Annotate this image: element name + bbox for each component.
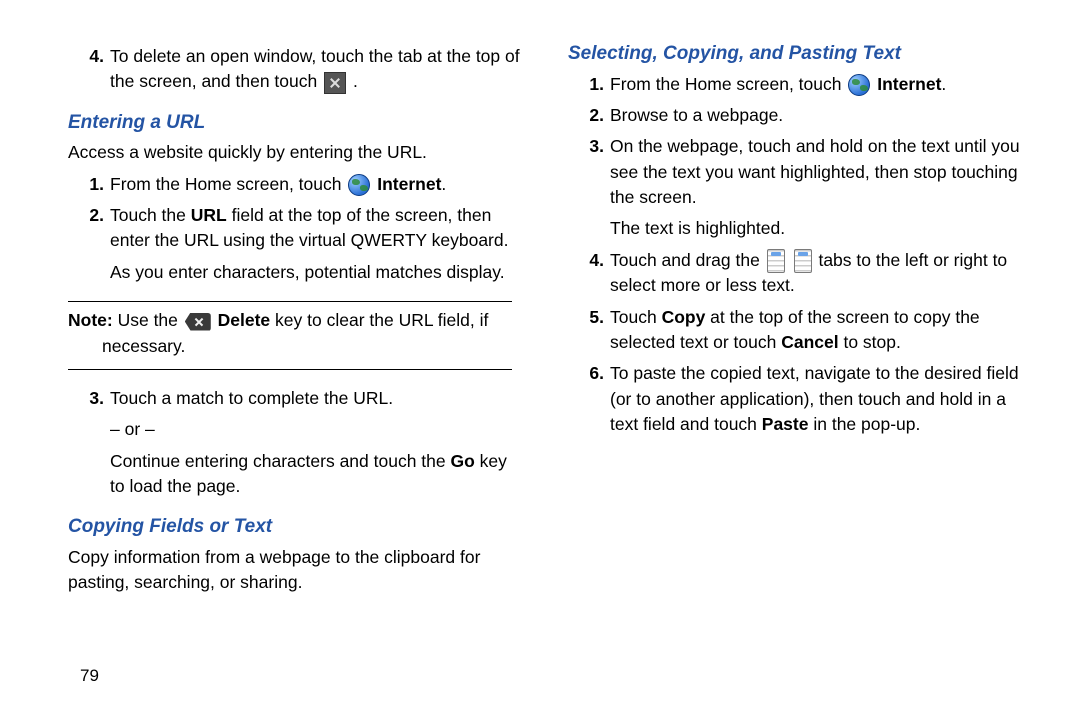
manual-page: To delete an open window, touch the tab … [0,0,1080,720]
sel-step-1: From the Home screen, touch Internet. [610,72,1022,97]
sel-step-1-bold: Internet [877,74,941,94]
url-step-2-a: Touch the [110,205,191,225]
sel-step-3: On the webpage, touch and hold on the te… [610,134,1022,242]
sel-step-6: To paste the copied text, navigate to th… [610,361,1022,437]
right-column: Selecting, Copying, and Pasting Text Fro… [540,40,1040,700]
left-column: To delete an open window, touch the tab … [40,40,540,700]
sel-step-5-b1: Copy [662,307,706,327]
sel-step-2: Browse to a webpage. [610,103,1022,128]
url-step-1-bold: Internet [377,174,441,194]
url-step-3-b-bold: Go [451,451,475,471]
sel-step-5-a: Touch [610,307,662,327]
url-step-1: From the Home screen, touch Internet. [110,172,522,197]
url-step-2-bold: URL [191,205,227,225]
internet-globe-icon [348,174,370,196]
internet-globe-icon [848,74,870,96]
intro-entering-url: Access a website quickly by entering the… [68,140,522,165]
url-step-1-pre: From the Home screen, touch [110,174,346,194]
sel-step-5-c: to stop. [839,332,901,352]
sel-step-4: Touch and drag the tabs to the left or r… [610,248,1022,299]
note-label: Note: [68,310,113,330]
sel-step-5-b2: Cancel [781,332,838,352]
step-4: To delete an open window, touch the tab … [110,44,522,95]
heading-entering-url: Entering a URL [58,109,522,137]
url-step-2-sub: As you enter characters, potential match… [110,260,522,285]
step-4-text-post: . [353,71,358,91]
sel-step-2-text: Browse to a webpage. [610,105,783,125]
note-box: Note: Use the Delete key to clear the UR… [68,301,512,370]
note-a: Use the [113,310,183,330]
sel-step-1-pre: From the Home screen, touch [610,74,846,94]
url-step-1-post: . [441,174,446,194]
selection-handle-right-icon [794,249,812,273]
heading-selecting-text: Selecting, Copying, and Pasting Text [558,40,1022,68]
sel-step-3-a: On the webpage, touch and hold on the te… [610,136,1020,207]
url-step-2: Touch the URL field at the top of the sc… [110,203,522,285]
close-window-icon [324,72,346,94]
intro-copying-fields: Copy information from a webpage to the c… [68,545,522,596]
selection-handle-left-icon [767,249,785,273]
heading-copying-fields: Copying Fields or Text [58,513,522,541]
page-number: 79 [80,666,99,686]
url-steps: From the Home screen, touch Internet. To… [58,172,522,286]
select-steps: From the Home screen, touch Internet. Br… [558,72,1022,438]
url-step-3-or: – or – [110,417,522,442]
sel-step-4-pre: Touch and drag the [610,250,765,270]
url-steps-cont: Touch a match to complete the URL. – or … [58,386,522,500]
sel-step-3-sub: The text is highlighted. [610,216,1022,241]
delete-key-icon [185,313,211,331]
url-step-3-a: Touch a match to complete the URL. [110,388,393,408]
url-step-3-b-pre: Continue entering characters and touch t… [110,451,451,471]
sel-step-6-b: Paste [762,414,809,434]
prior-steps-cont: To delete an open window, touch the tab … [58,44,522,95]
url-step-3: Touch a match to complete the URL. – or … [110,386,522,500]
sel-step-1-post: . [941,74,946,94]
note-bold: Delete [218,310,271,330]
sel-step-5: Touch Copy at the top of the screen to c… [610,305,1022,356]
sel-step-6-c: in the pop-up. [808,414,920,434]
step-4-text-pre: To delete an open window, touch the tab … [110,46,520,91]
